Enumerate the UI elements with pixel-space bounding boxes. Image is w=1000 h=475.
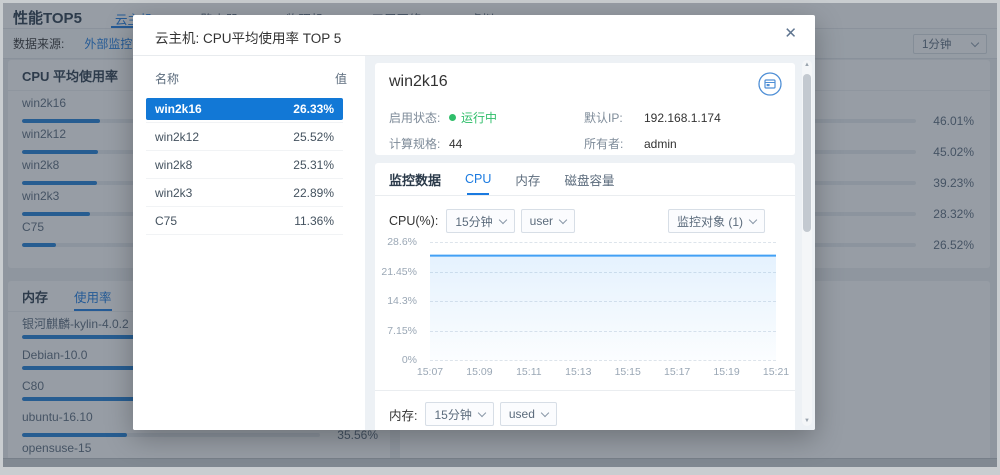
modal-body: 名称 值 win2k16 26.33% win2k12 25.52% win2k8 25.… bbox=[133, 56, 815, 430]
x-tick-label: 15:13 bbox=[565, 366, 591, 378]
x-tick-label: 15:11 bbox=[516, 366, 542, 378]
vm-fields: 启用状态: 运行中 默认IP: 192.168.1.174 计算规格: 44 所… bbox=[389, 109, 781, 152]
cpu-metric-select[interactable]: user bbox=[521, 209, 575, 233]
memory-interval-select[interactable]: 15分钟 bbox=[425, 402, 493, 426]
vm-list-row[interactable]: win2k12 25.52% bbox=[146, 126, 343, 148]
gridline bbox=[430, 360, 776, 361]
vm-list-row[interactable]: win2k16 26.33% bbox=[146, 98, 343, 120]
modal: 云主机: CPU平均使用率 TOP 5 ✕ 名称 值 win2k16 26.33%… bbox=[133, 15, 815, 430]
vm-list-value-header: 值 bbox=[335, 70, 347, 87]
field-label-default-ip: 默认IP: bbox=[584, 109, 644, 126]
screen: 性能TOP5 云主机 路由器 物理机 三层网络 虚拟IP 数据来源: 外部监控 … bbox=[0, 0, 1000, 475]
vm-list-name-header: 名称 bbox=[155, 70, 179, 87]
vm-list-row-wrap: C75 11.36% bbox=[146, 207, 343, 235]
vm-row-value: 22.89% bbox=[293, 186, 334, 200]
vm-list-row[interactable]: win2k8 25.31% bbox=[146, 154, 343, 176]
memory-label: 内存: bbox=[389, 405, 417, 424]
chevron-down-icon bbox=[478, 408, 486, 416]
field-label-owner: 所有者: bbox=[584, 135, 644, 152]
monitor-tab-disk[interactable]: 磁盘容量 bbox=[564, 163, 614, 195]
x-tick-label: 15:09 bbox=[466, 366, 492, 378]
vm-list-row-wrap: win2k12 25.52% bbox=[146, 123, 343, 151]
monitor-header: 监控数据 CPU 内存 磁盘容量 bbox=[375, 163, 795, 196]
vm-row-value: 25.52% bbox=[293, 130, 334, 144]
x-tick-label: 15:17 bbox=[664, 366, 690, 378]
chart-area-fill bbox=[430, 256, 776, 360]
chevron-down-icon bbox=[498, 215, 506, 223]
monitor-tab-memory[interactable]: 内存 bbox=[515, 163, 540, 195]
vm-list-row-wrap: win2k8 25.31% bbox=[146, 151, 343, 179]
field-value-owner: admin bbox=[644, 137, 781, 151]
scroll-down-icon[interactable]: ▼ bbox=[802, 416, 812, 426]
chevron-down-icon bbox=[749, 215, 757, 223]
chart-x-axis: 15:0715:0915:1115:1315:1515:1715:1915:21 bbox=[430, 366, 776, 382]
chevron-down-icon bbox=[541, 408, 549, 416]
vm-row-name: win2k12 bbox=[155, 130, 199, 144]
vm-list-row[interactable]: win2k3 22.89% bbox=[146, 182, 343, 204]
x-tick-label: 15:21 bbox=[763, 366, 789, 378]
vm-name: win2k16 bbox=[389, 73, 448, 91]
memory-controls-row: 内存: 15分钟 used bbox=[389, 401, 781, 427]
cpu-line-chart: 28.6%21.45%14.3%7.15%0% 15:0715:0915:111… bbox=[375, 242, 795, 384]
vm-list: 名称 值 win2k16 26.33% win2k12 25.52% win2k8 25.… bbox=[133, 56, 365, 430]
modal-header: 云主机: CPU平均使用率 TOP 5 ✕ bbox=[133, 15, 815, 56]
vm-row-name: win2k16 bbox=[155, 102, 202, 116]
vm-list-row[interactable]: C75 11.36% bbox=[146, 210, 343, 232]
y-tick-label: 0% bbox=[402, 354, 417, 366]
modal-title: 云主机: CPU平均使用率 TOP 5 bbox=[155, 27, 341, 47]
vm-list-row-wrap: win2k16 26.33% bbox=[146, 95, 343, 123]
cpu-controls-row: CPU(%): 15分钟 user 监控对象 (1) bbox=[389, 208, 765, 234]
field-value-status: 运行中 bbox=[449, 109, 584, 126]
modal-scrollbar[interactable]: ▲ ▼ bbox=[802, 60, 812, 426]
cpu-interval-select[interactable]: 15分钟 bbox=[446, 209, 514, 233]
chart-plot-area bbox=[430, 242, 776, 360]
y-tick-label: 21.45% bbox=[381, 266, 417, 278]
monitor-tab-cpu[interactable]: CPU bbox=[465, 163, 491, 195]
x-tick-label: 15:19 bbox=[713, 366, 739, 378]
monitor-title: 监控数据 bbox=[389, 170, 441, 189]
status-dot-icon bbox=[449, 114, 456, 121]
chart-y-axis: 28.6%21.45%14.3%7.15%0% bbox=[375, 242, 423, 360]
field-label-compute-spec: 计算规格: bbox=[389, 135, 449, 152]
x-tick-label: 15:15 bbox=[615, 366, 641, 378]
vm-list-row-wrap: win2k3 22.89% bbox=[146, 179, 343, 207]
vm-info-card: win2k16 启用状态: 运行中 默认IP: 192.168.1 bbox=[375, 63, 795, 155]
vm-list-header: 名称 值 bbox=[133, 66, 365, 95]
field-value-default-ip: 192.168.1.174 bbox=[644, 111, 781, 125]
vm-detail-area: win2k16 启用状态: 运行中 默认IP: 192.168.1 bbox=[365, 56, 815, 430]
y-tick-label: 28.6% bbox=[387, 236, 417, 248]
x-tick-label: 15:07 bbox=[417, 366, 443, 378]
field-label-status: 启用状态: bbox=[389, 109, 449, 126]
close-icon[interactable]: ✕ bbox=[784, 25, 797, 43]
vm-row-value: 26.33% bbox=[293, 102, 334, 116]
scrollbar-thumb[interactable] bbox=[803, 74, 811, 232]
vm-row-name: C75 bbox=[155, 214, 177, 228]
vm-row-name: win2k3 bbox=[155, 186, 192, 200]
vm-row-value: 11.36% bbox=[294, 214, 334, 228]
scroll-up-icon[interactable]: ▲ bbox=[802, 60, 812, 70]
y-tick-label: 7.15% bbox=[387, 325, 417, 337]
vm-row-name: win2k8 bbox=[155, 158, 192, 172]
chart-series-svg bbox=[430, 242, 776, 360]
monitor-object-select[interactable]: 监控对象 (1) bbox=[668, 209, 765, 233]
memory-metric-select[interactable]: used bbox=[500, 402, 557, 426]
vm-row-value: 25.31% bbox=[293, 158, 334, 172]
vm-list-rows: win2k1626.33%win2k1225.52%win2k825.31%wi… bbox=[133, 95, 365, 235]
field-value-compute-spec: 44 bbox=[449, 137, 584, 151]
monitor-card: 监控数据 CPU 内存 磁盘容量 CPU(%): 15分钟 user bbox=[375, 163, 795, 430]
chevron-down-icon bbox=[559, 215, 567, 223]
divider bbox=[375, 390, 795, 391]
cpu-label: CPU(%): bbox=[389, 214, 438, 228]
console-icon[interactable] bbox=[757, 71, 783, 97]
y-tick-label: 14.3% bbox=[387, 295, 417, 307]
